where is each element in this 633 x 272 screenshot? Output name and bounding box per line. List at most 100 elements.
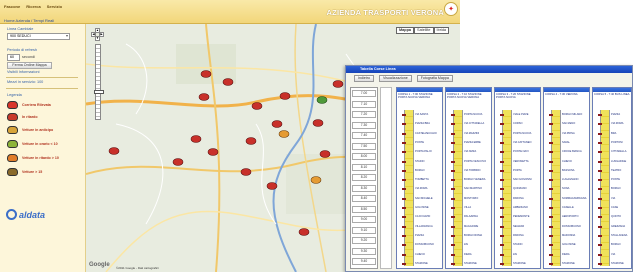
- stop-marker: [451, 123, 455, 126]
- time-slot[interactable]: 8.50: [352, 205, 376, 213]
- route-column[interactable]: CORSA 3 - 7:20 STAZIONE PORTA NUOVA VIAL…: [494, 87, 541, 269]
- column-title: CORSA 4 - 7:30 VERONA: [545, 92, 578, 96]
- time-slot[interactable]: 8.00: [352, 153, 376, 160]
- stop-marker: [598, 207, 602, 209]
- legend-label: Vetture in anticipo: [22, 128, 54, 132]
- top-nav: Fascone Ricerca Servizio: [4, 4, 62, 9]
- time-slot[interactable]: 9.40: [352, 258, 376, 265]
- stop-marker: [598, 141, 602, 144]
- vehicle-count: Mezzi in servizio: 100: [7, 80, 44, 84]
- time-slot[interactable]: 9.30: [352, 247, 376, 255]
- stop-label: VIA: [611, 252, 616, 256]
- time-slot[interactable]: 8.40: [352, 195, 376, 202]
- period-input[interactable]: 60: [7, 54, 20, 61]
- line-select[interactable]: 900 SEDUCI: [7, 33, 70, 40]
- nav-item-search[interactable]: Ricerca: [26, 4, 40, 9]
- stop-marker: [549, 123, 553, 126]
- google-logo: Google: [89, 262, 110, 268]
- time-slot[interactable]: 9.00: [352, 216, 376, 223]
- stop-marker: [451, 151, 455, 154]
- stop-label: BORGO: [415, 168, 425, 172]
- stop-marker: [549, 234, 553, 237]
- time-slot[interactable]: 8.10: [352, 163, 376, 171]
- stop-label: PIAZZA BRA: [415, 122, 430, 126]
- time-slot[interactable]: 7.20: [352, 111, 376, 118]
- stop-marker: [451, 188, 455, 191]
- stop-marker: [598, 216, 602, 219]
- map-type-map[interactable]: Mappa: [396, 27, 415, 34]
- route-column[interactable]: CORSA 2 - 7:10 STAZIONE PORTA NUOVA VERO…: [445, 87, 492, 269]
- stop-label: VILLAFRANCA: [415, 224, 433, 228]
- details-link[interactable]: Visibili Informazioni: [7, 70, 39, 74]
- bus-icon: [7, 154, 18, 162]
- stop-label: PORTA NUOVA: [464, 113, 483, 116]
- legend-item: Vetture in orario < 10: [7, 140, 58, 148]
- stop-marker: [549, 179, 553, 182]
- stop-marker: [549, 225, 553, 228]
- stop-marker: [451, 207, 455, 209]
- time-slot[interactable]: 9.20: [352, 237, 376, 244]
- stop-marker: [402, 179, 406, 182]
- route-column[interactable]: CORSA 4 - 7:30 VERONA BORGO MILANO SAN ZE…: [543, 87, 590, 269]
- pan-down-icon[interactable]: ▼: [95, 36, 100, 41]
- stop-marker: [402, 141, 406, 144]
- stop-marker: [598, 132, 602, 135]
- legend-item: In ritardo: [7, 113, 38, 121]
- stop-label: VERONETTA: [513, 159, 529, 163]
- time-slot[interactable]: 8.30: [352, 184, 376, 192]
- stop-marker: [500, 132, 504, 135]
- brand-logo-icon: ✦: [444, 2, 458, 16]
- stop-marker: [402, 123, 406, 126]
- stop-label: VIA: [611, 196, 616, 200]
- snapshot-button[interactable]: Fotografia Mappa: [416, 75, 453, 82]
- time-slot[interactable]: 7.00: [352, 90, 376, 97]
- stop-label: SAN MICHELE: [415, 196, 433, 200]
- stop-marker: [451, 216, 455, 219]
- nav-item-service[interactable]: Servizio: [47, 4, 62, 9]
- map-type-hybrid[interactable]: Ibrida: [433, 27, 450, 34]
- stop-label: SAN GIOVANNI: [513, 178, 532, 182]
- stop-label: CHIEVO: [415, 252, 425, 256]
- stop-label: TOMBETTA: [415, 178, 429, 182]
- time-slot[interactable]: 7.30: [352, 121, 376, 129]
- stop-label: GREZZANA: [611, 224, 626, 228]
- zoom-knob[interactable]: [94, 90, 104, 94]
- header-bar: Fascone Ricerca Servizio AZIENDA TRASPOR…: [0, 0, 460, 24]
- company-logo: aldata: [6, 209, 45, 220]
- stop-marker: [549, 197, 553, 200]
- legend-label: In ritardo: [22, 115, 38, 119]
- stop-label: CASELLE: [562, 206, 574, 209]
- stop-marker: [598, 151, 602, 154]
- refresh-button[interactable]: Ferma Ordine Mappa: [7, 62, 52, 69]
- stop-label: VIA TORBIDO: [464, 168, 481, 172]
- stop-marker: [402, 262, 406, 265]
- stop-marker: [402, 234, 406, 237]
- stop-marker: [598, 225, 602, 228]
- pan-control[interactable]: ▲ ◀ ▶ ▼: [91, 28, 105, 42]
- zoom-slider[interactable]: [94, 44, 104, 120]
- stop-marker: [549, 114, 553, 116]
- time-slot[interactable]: 8.20: [352, 174, 376, 181]
- stop-label: SAN MARTINO: [464, 187, 482, 191]
- stop-label: PIAZZA: [611, 113, 621, 116]
- nav-item-home[interactable]: Fascone: [4, 4, 20, 9]
- view-button[interactable]: Visualizzazione: [379, 75, 412, 82]
- stop-marker: [402, 253, 406, 256]
- stop-marker: [598, 188, 602, 191]
- breadcrumb[interactable]: Home Azienda / Tempi Reali: [4, 18, 54, 23]
- time-slot[interactable]: 7.10: [352, 100, 376, 108]
- time-column: 7.00 7.10 7.20 7.30 7.40 7.50 8.00 8.10 8.20 8.30…: [350, 87, 378, 269]
- stop-label: GOLOSINE: [415, 206, 429, 209]
- time-slot[interactable]: 9.10: [352, 226, 376, 234]
- stop-marker: [451, 141, 455, 144]
- map-type-satellite[interactable]: Satellite: [414, 27, 434, 34]
- stop-label: CITTADELLA: [611, 150, 627, 154]
- route-column[interactable]: CORSA 5 - 7:40 BUS LINEA PIAZZA VIA ROMA B…: [592, 87, 632, 269]
- route-column[interactable]: CORSA 1 - 7:00 STAZIONE PORTA NUOVA VERO…: [396, 87, 443, 269]
- stop-marker: [451, 169, 455, 172]
- time-slot[interactable]: 7.50: [352, 142, 376, 150]
- back-button[interactable]: Indietro: [354, 75, 374, 82]
- stop-marker: [500, 160, 504, 163]
- time-slot[interactable]: 7.40: [352, 132, 376, 139]
- stop-marker: [598, 169, 602, 172]
